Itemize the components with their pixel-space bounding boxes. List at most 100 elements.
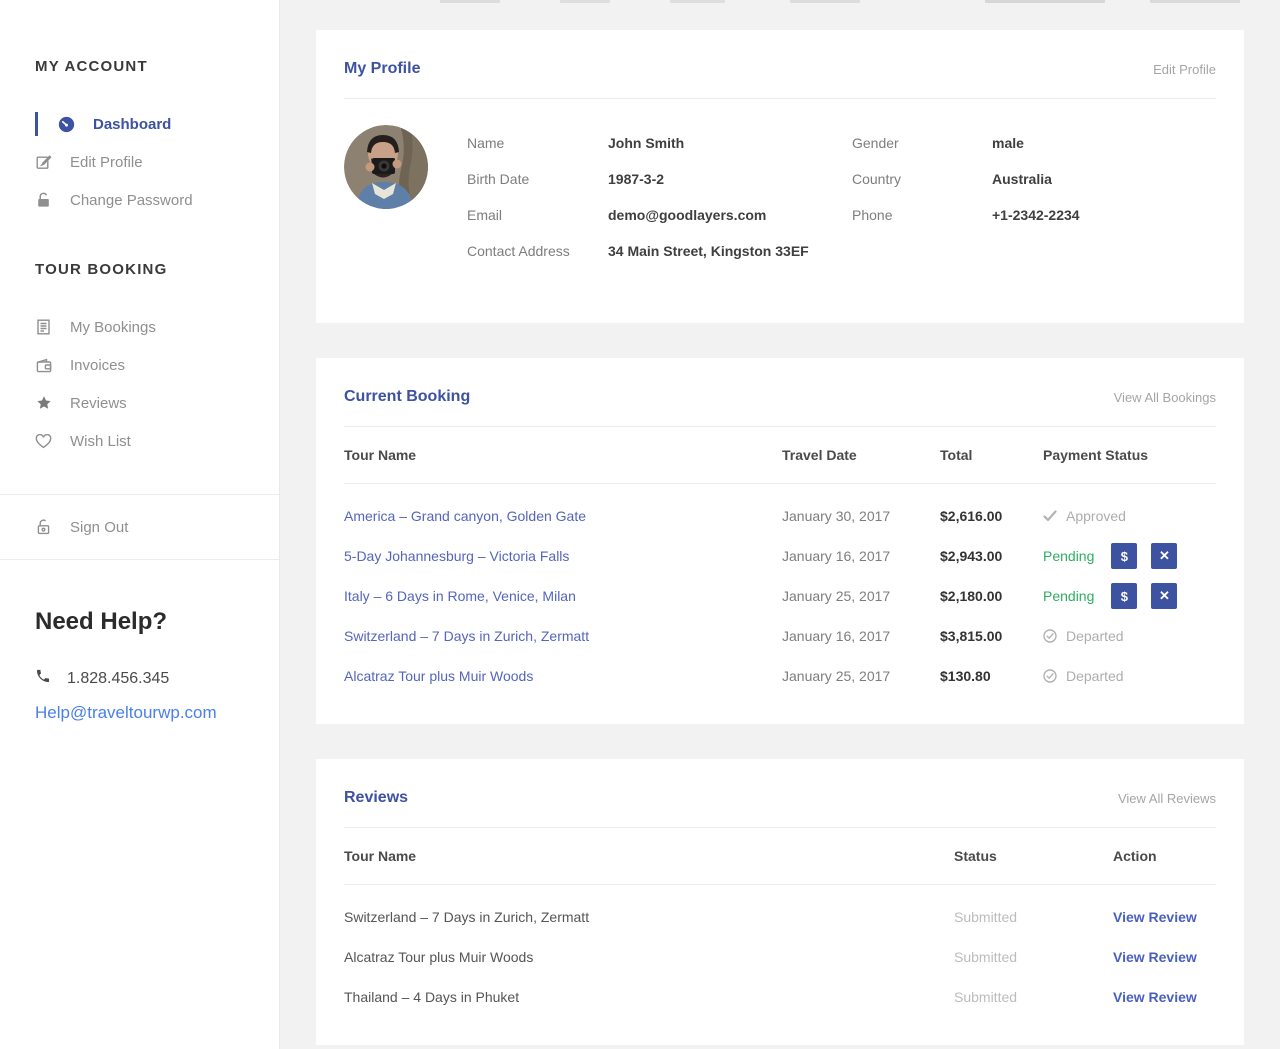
- field-value: demo@goodlayers.com: [608, 207, 766, 223]
- total-amount: $3,815.00: [940, 628, 1043, 644]
- signout-section: Sign Out: [0, 494, 279, 560]
- edit-profile-link[interactable]: Edit Profile: [1153, 62, 1216, 77]
- field-label: Contact Address: [467, 243, 608, 259]
- booking-table-body: America – Grand canyon, Golden Gate Janu…: [344, 484, 1216, 696]
- sidebar-item-edit-profile[interactable]: Edit Profile: [35, 143, 249, 181]
- view-review-link[interactable]: View Review: [1113, 949, 1216, 965]
- table-row: Switzerland – 7 Days in Zurich, Zermatt …: [344, 897, 1216, 937]
- column-header: Status: [954, 848, 1113, 864]
- main-content: My Profile Edit Profile: [280, 0, 1280, 1049]
- profile-field: Email demo@goodlayers.com: [467, 197, 852, 233]
- cancel-button[interactable]: ✕: [1151, 543, 1177, 569]
- field-label: Gender: [852, 135, 992, 151]
- tour-name: Thailand – 4 Days in Phuket: [344, 989, 954, 1005]
- heart-icon: [35, 434, 52, 449]
- tour-name-link[interactable]: Switzerland – 7 Days in Zurich, Zermatt: [344, 628, 782, 644]
- profile-field: Contact Address 34 Main Street, Kingston…: [467, 233, 852, 269]
- divider: [344, 98, 1216, 99]
- page: MY ACCOUNT Dashboard Edit Profile Chang: [0, 0, 1280, 1049]
- total-amount: $130.80: [940, 668, 1043, 684]
- total-amount: $2,180.00: [940, 588, 1043, 604]
- field-value: male: [992, 135, 1024, 151]
- field-label: Phone: [852, 207, 992, 223]
- invoice-wallet-icon: [35, 358, 52, 373]
- circle-check-icon: [1043, 669, 1057, 683]
- column-header: Action: [1113, 848, 1216, 864]
- field-label: Birth Date: [467, 171, 608, 187]
- column-header: Travel Date: [782, 447, 940, 463]
- profile-fields-left: Name John Smith Birth Date 1987-3-2 Emai…: [467, 125, 852, 269]
- table-row: Alcatraz Tour plus Muir Woods January 25…: [344, 656, 1216, 696]
- field-value: 1987-3-2: [608, 171, 664, 187]
- view-all-reviews-link[interactable]: View All Reviews: [1118, 791, 1216, 806]
- view-all-bookings-link[interactable]: View All Bookings: [1114, 390, 1216, 405]
- view-review-link[interactable]: View Review: [1113, 909, 1216, 925]
- need-help-heading: Need Help?: [35, 608, 249, 636]
- help-phone-number: 1.828.456.345: [67, 670, 169, 688]
- sidebar: MY ACCOUNT Dashboard Edit Profile Chang: [0, 0, 280, 1049]
- travel-date: January 25, 2017: [782, 668, 940, 684]
- status-label: Departed: [1066, 668, 1124, 684]
- field-value: Australia: [992, 171, 1052, 187]
- column-header: Payment Status: [1043, 447, 1216, 463]
- tour-booking-heading: TOUR BOOKING: [35, 261, 249, 278]
- reviews-card-title: Reviews: [344, 789, 408, 807]
- my-account-heading: MY ACCOUNT: [35, 58, 249, 75]
- avatar: [344, 125, 428, 209]
- status-label: Pending: [1043, 548, 1094, 564]
- travel-date: January 16, 2017: [782, 548, 940, 564]
- tour-name-link[interactable]: Italy – 6 Days in Rome, Venice, Milan: [344, 588, 782, 604]
- star-icon: [35, 395, 52, 411]
- profile-field: Phone +1-2342-2234: [852, 197, 1080, 233]
- booking-card-title: Current Booking: [344, 388, 470, 406]
- sidebar-item-label: Reviews: [70, 395, 127, 412]
- field-label: Country: [852, 171, 992, 187]
- tour-name-link[interactable]: 5-Day Johannesburg – Victoria Falls: [344, 548, 782, 564]
- profile-field: Birth Date 1987-3-2: [467, 161, 852, 197]
- tour-name: Alcatraz Tour plus Muir Woods: [344, 949, 954, 965]
- cancel-button[interactable]: ✕: [1151, 583, 1177, 609]
- sidebar-item-label: Sign Out: [70, 519, 128, 536]
- tour-name-link[interactable]: America – Grand canyon, Golden Gate: [344, 508, 782, 524]
- booking-nav: My Bookings Invoices Reviews Wish List: [35, 308, 249, 460]
- profile-field: Name John Smith: [467, 125, 852, 161]
- table-row: America – Grand canyon, Golden Gate Janu…: [344, 496, 1216, 536]
- status-label: Departed: [1066, 628, 1124, 644]
- tour-name-link[interactable]: Alcatraz Tour plus Muir Woods: [344, 668, 782, 684]
- pay-button[interactable]: $: [1111, 583, 1137, 609]
- sidebar-item-label: Wish List: [70, 433, 131, 450]
- circle-check-icon: [1043, 629, 1057, 643]
- reviews-card: Reviews View All Reviews Tour Name Statu…: [316, 759, 1244, 1045]
- field-label: Name: [467, 135, 608, 151]
- tour-name: Switzerland – 7 Days in Zurich, Zermatt: [344, 909, 954, 925]
- pay-button[interactable]: $: [1111, 543, 1137, 569]
- sidebar-item-dashboard[interactable]: Dashboard: [35, 105, 249, 143]
- account-nav: Dashboard Edit Profile Change Password: [35, 105, 249, 219]
- column-header: Tour Name: [344, 447, 782, 463]
- sidebar-item-sign-out[interactable]: Sign Out: [35, 507, 249, 547]
- travel-date: January 30, 2017: [782, 508, 940, 524]
- travel-date: January 25, 2017: [782, 588, 940, 604]
- payment-status: Departed: [1043, 628, 1216, 644]
- help-email-link[interactable]: Help@traveltourwp.com: [35, 703, 249, 723]
- status-label: Pending: [1043, 588, 1094, 604]
- sidebar-item-reviews[interactable]: Reviews: [35, 384, 249, 422]
- phone-icon: [35, 668, 51, 689]
- sidebar-item-my-bookings[interactable]: My Bookings: [35, 308, 249, 346]
- table-row: Switzerland – 7 Days in Zurich, Zermatt …: [344, 616, 1216, 656]
- sidebar-item-invoices[interactable]: Invoices: [35, 346, 249, 384]
- bookings-icon: [35, 319, 52, 335]
- sidebar-item-change-password[interactable]: Change Password: [35, 181, 249, 219]
- field-value: John Smith: [608, 135, 684, 151]
- profile-field: Gender male: [852, 125, 1080, 161]
- unlock-icon: [35, 192, 52, 208]
- help-phone-row: 1.828.456.345: [35, 668, 249, 689]
- view-review-link[interactable]: View Review: [1113, 989, 1216, 1005]
- field-label: Email: [467, 207, 608, 223]
- sidebar-item-wish-list[interactable]: Wish List: [35, 422, 249, 460]
- total-amount: $2,616.00: [940, 508, 1043, 524]
- column-header: Total: [940, 447, 1043, 463]
- sidebar-item-label: Invoices: [70, 357, 125, 374]
- active-indicator: [35, 112, 38, 136]
- review-status: Submitted: [954, 989, 1113, 1005]
